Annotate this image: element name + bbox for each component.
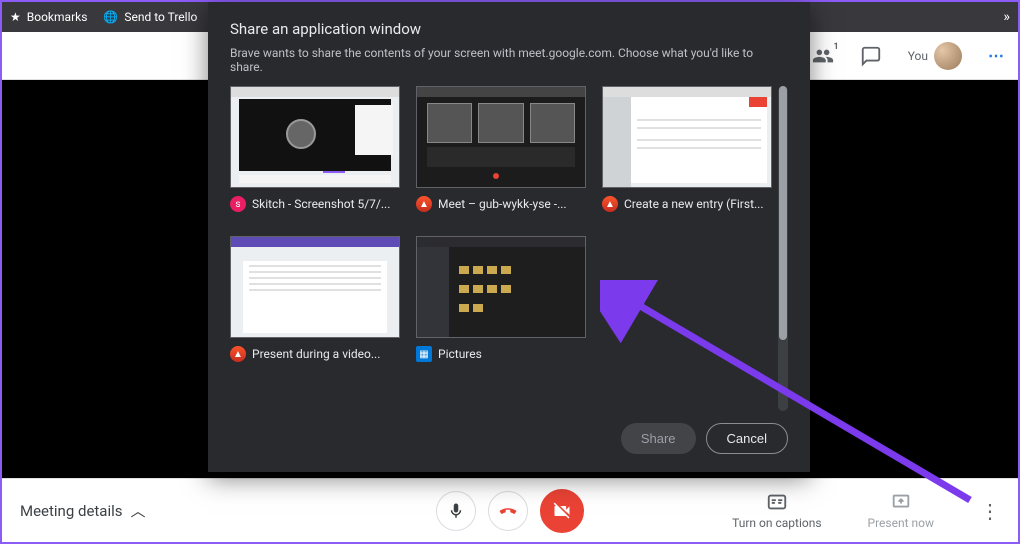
window-thumbnail	[416, 86, 586, 188]
captions-label: Turn on captions	[732, 516, 821, 530]
window-grid: s Skitch - Screenshot 5/7/... ▲ Meet – g…	[230, 86, 774, 411]
captions-button[interactable]: Turn on captions	[732, 491, 821, 530]
window-label: Skitch - Screenshot 5/7/...	[252, 197, 390, 211]
brave-icon: ▲	[230, 346, 246, 362]
window-option-skitch[interactable]: s Skitch - Screenshot 5/7/...	[230, 86, 400, 212]
share-window-dialog: Share an application window Brave wants …	[208, 2, 810, 472]
cancel-button[interactable]: Cancel	[706, 423, 788, 454]
window-label: Create a new entry (First...	[624, 197, 764, 211]
meeting-details-button[interactable]: Meeting details ︿	[20, 500, 146, 521]
brave-icon: ▲	[602, 196, 618, 212]
pictures-icon: ▦	[416, 346, 432, 362]
microphone-button[interactable]	[436, 491, 476, 531]
window-thumbnail	[416, 236, 586, 338]
window-thumbnail	[230, 86, 400, 188]
star-icon: ★	[10, 10, 21, 24]
window-option-present-video[interactable]: ▲ Present during a video...	[230, 236, 400, 362]
window-option-meet[interactable]: ▲ Meet – gub-wykk-yse -...	[416, 86, 586, 212]
meeting-details-label: Meeting details	[20, 502, 123, 520]
right-controls: Turn on captions Present now ⋮	[732, 491, 1000, 530]
window-label: Meet – gub-wykk-yse -...	[438, 197, 567, 211]
meet-header-more[interactable]: ⋯	[988, 46, 1006, 65]
you-label: You	[908, 49, 928, 63]
hangup-button[interactable]	[488, 491, 528, 531]
more-vertical-icon: ⋮	[980, 499, 1000, 523]
present-now-label: Present now	[868, 516, 934, 530]
people-count-badge: 1	[834, 42, 839, 52]
bookmark-label: Bookmarks	[27, 10, 88, 24]
window-option-create-entry[interactable]: ▲ Create a new entry (First...	[602, 86, 772, 212]
camera-off-button[interactable]	[540, 489, 584, 533]
window-label: Present during a video...	[252, 347, 380, 361]
window-thumbnail	[230, 236, 400, 338]
window-label: Pictures	[438, 347, 482, 361]
brave-icon: ▲	[416, 196, 432, 212]
people-icon[interactable]: 1	[812, 45, 834, 67]
chevron-up-icon: ︿	[131, 500, 146, 521]
dialog-subtitle: Brave wants to share the contents of you…	[230, 46, 788, 74]
globe-icon: 🌐	[103, 10, 118, 24]
share-button[interactable]: Share	[621, 423, 696, 454]
bottom-bar: Meeting details ︿ Turn on captions Prese…	[2, 478, 1018, 542]
skitch-icon: s	[230, 196, 246, 212]
bookmark-overflow-chevron[interactable]: »	[1003, 9, 1010, 25]
avatar[interactable]	[934, 42, 962, 70]
chat-icon[interactable]	[860, 45, 882, 67]
dialog-actions: Share Cancel	[230, 423, 788, 454]
dialog-scrollbar[interactable]	[778, 86, 788, 411]
bookmark-item-bookmarks[interactable]: ★ Bookmarks	[10, 10, 87, 24]
dialog-title: Share an application window	[230, 20, 788, 38]
window-option-pictures[interactable]: ▦ Pictures	[416, 236, 586, 362]
more-options-button[interactable]: ⋮	[980, 499, 1000, 523]
window-thumbnail	[602, 86, 772, 188]
scrollbar-thumb[interactable]	[779, 86, 787, 340]
present-now-button[interactable]: Present now	[868, 491, 934, 530]
bookmark-item-trello[interactable]: 🌐 Send to Trello	[103, 10, 197, 24]
bookmark-label: Send to Trello	[124, 10, 197, 24]
center-controls	[436, 489, 584, 533]
